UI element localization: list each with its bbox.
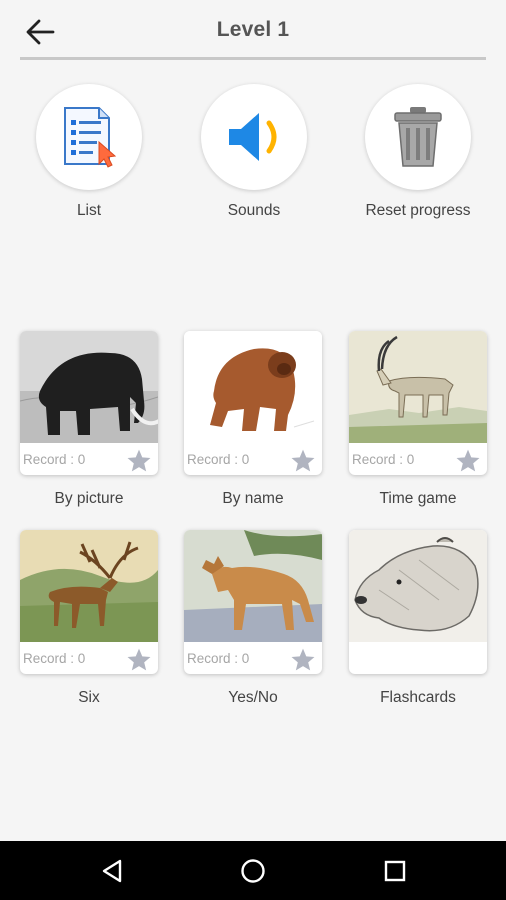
game-label: Time game — [379, 490, 457, 507]
sounds-label: Sounds — [227, 202, 281, 219]
sounds-button-circle — [201, 84, 307, 190]
star-icon — [456, 449, 480, 472]
game-label: Flashcards — [380, 689, 456, 706]
antelope-image — [349, 331, 487, 443]
card-box: Record : 0 — [20, 530, 158, 674]
app-header: Level 1 — [0, 0, 506, 62]
game-label: Six — [78, 689, 100, 706]
game-label: By name — [222, 490, 284, 507]
nav-home-circle-icon[interactable] — [237, 855, 269, 887]
trash-can-icon — [394, 107, 442, 167]
star-icon — [291, 449, 315, 472]
star-icon — [127, 648, 151, 671]
game-six[interactable]: Record : 0 Six — [20, 530, 158, 707]
record-text: Record : 0 — [187, 452, 250, 467]
reset-progress-button[interactable]: Reset progress — [353, 84, 483, 220]
game-label: By picture — [54, 490, 124, 507]
record-text: Record : 0 — [187, 651, 250, 666]
header-divider — [20, 57, 486, 60]
game-flashcards[interactable]: Flashcards — [349, 530, 487, 707]
reset-progress-label: Reset progress — [365, 202, 471, 219]
game-by-picture[interactable]: Record : 0 By picture — [20, 331, 158, 508]
card-box — [349, 530, 487, 674]
list-document-icon — [64, 107, 117, 168]
speaker-icon — [229, 113, 277, 161]
sounds-button[interactable]: Sounds — [189, 84, 319, 220]
bear-sketch-image — [349, 530, 487, 642]
star-icon — [127, 449, 151, 472]
card-box: Record : 0 — [20, 331, 158, 475]
record-text: Record : 0 — [23, 651, 86, 666]
card-box: Record : 0 — [349, 331, 487, 475]
game-yes-no[interactable]: Record : 0 Yes/No — [184, 530, 322, 707]
list-button[interactable]: List — [24, 84, 154, 220]
mammoth-image — [20, 331, 158, 443]
system-navigation-bar — [0, 841, 506, 900]
game-by-name[interactable]: Record : 0 By name — [184, 331, 322, 508]
game-label: Yes/No — [228, 689, 278, 706]
card-box: Record : 0 — [184, 530, 322, 674]
wolf-image — [184, 530, 322, 642]
game-time-game[interactable]: Record : 0 Time game — [349, 331, 487, 508]
nav-recents-square-icon[interactable] — [379, 855, 411, 887]
list-button-circle — [36, 84, 142, 190]
record-text: Record : 0 — [23, 452, 86, 467]
star-icon — [291, 648, 315, 671]
nav-back-triangle-icon[interactable] — [96, 855, 128, 887]
list-label: List — [76, 202, 102, 219]
irish-elk-image — [20, 530, 158, 642]
card-box: Record : 0 — [184, 331, 322, 475]
reset-button-circle — [365, 84, 471, 190]
page-title: Level 1 — [216, 18, 290, 41]
record-text: Record : 0 — [352, 452, 415, 467]
ape-image — [184, 331, 322, 443]
